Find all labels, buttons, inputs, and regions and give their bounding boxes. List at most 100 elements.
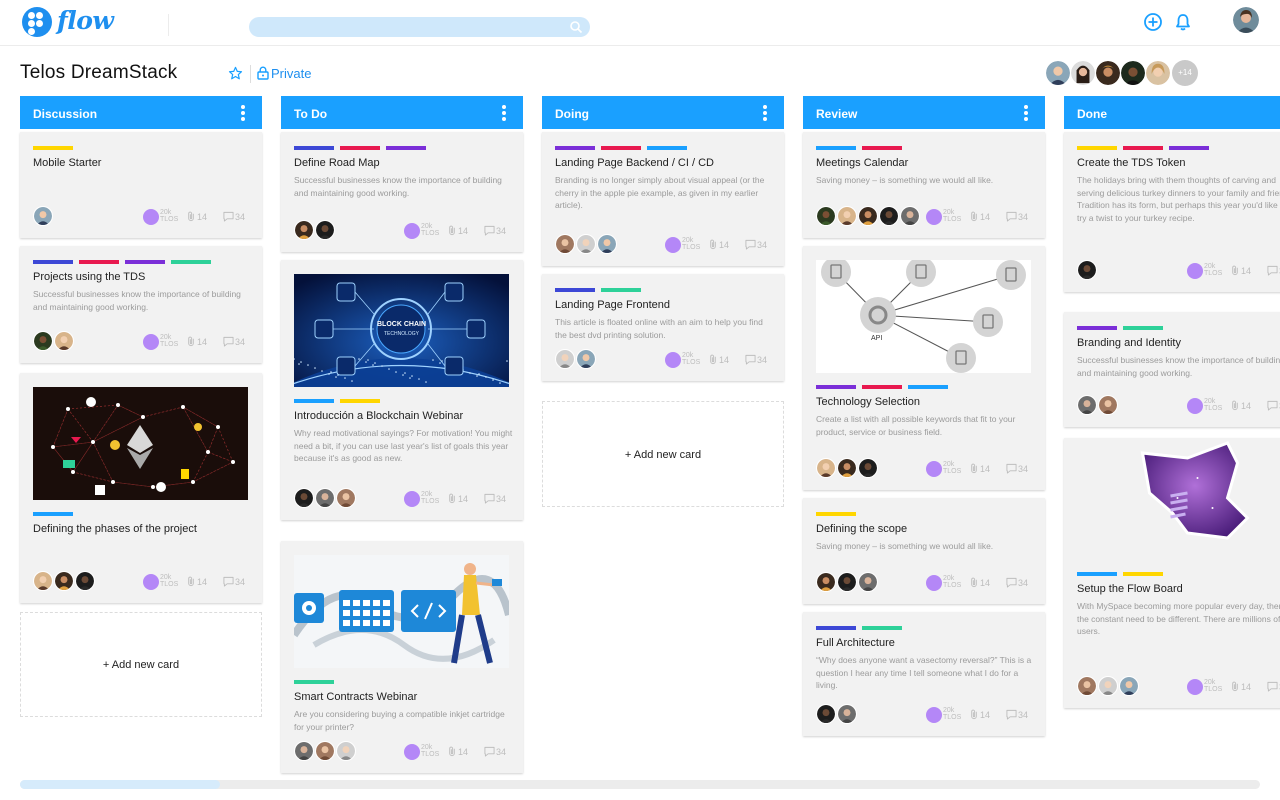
app-name[interactable]: flow [57,6,114,35]
label-tag-red[interactable] [340,146,380,150]
member-avatar[interactable] [33,571,53,591]
member-avatar[interactable] [858,206,878,226]
member-avatar[interactable] [837,572,857,592]
search-icon[interactable] [569,20,583,34]
member-avatar[interactable] [1070,60,1096,86]
label-tag-green[interactable] [1123,326,1163,330]
attachment-icon[interactable] [1230,265,1240,276]
comment-icon[interactable] [1006,463,1017,474]
attachment-icon[interactable] [969,577,979,588]
comment-icon[interactable] [1006,211,1017,222]
member-avatar[interactable] [837,458,857,478]
label-tag-blue[interactable] [33,512,73,516]
label-tag-red[interactable] [862,146,902,150]
attachment-icon[interactable] [969,463,979,474]
task-card[interactable]: Full Architecture “Why does anyone want a… [803,612,1045,736]
task-card[interactable]: Branding and Identity Successful business… [1064,312,1280,427]
member-avatar[interactable] [858,458,878,478]
task-card[interactable]: Mobile Starter 20k TLOS 14 34 [20,132,262,238]
member-avatar[interactable] [315,220,335,240]
member-avatar[interactable] [315,488,335,508]
label-tag-red[interactable] [601,146,641,150]
attachment-icon[interactable] [447,746,457,757]
comment-icon[interactable] [223,576,234,587]
column-header[interactable]: Review [803,96,1045,129]
member-avatar[interactable] [1098,676,1118,696]
label-tag-yellow[interactable] [340,399,380,403]
comment-icon[interactable] [484,493,495,504]
comment-icon[interactable] [1006,709,1017,720]
label-tag-red[interactable] [1123,146,1163,150]
member-avatar[interactable] [75,571,95,591]
column-header[interactable]: Discussion [20,96,262,129]
column-header[interactable]: Done [1064,96,1280,129]
label-tag-indigo[interactable] [33,260,73,264]
member-avatar[interactable] [336,741,356,761]
attachment-icon[interactable] [186,336,196,347]
label-tag-purple[interactable] [816,385,856,389]
bell-icon[interactable] [1173,12,1193,32]
attachment-icon[interactable] [1230,681,1240,692]
attachment-icon[interactable] [186,211,196,222]
privacy-toggle[interactable]: Private [271,66,311,81]
member-avatar[interactable] [294,741,314,761]
user-avatar[interactable] [1233,7,1259,33]
task-card[interactable]: BLOCK CHAIN TECHNOLOGY Introducción a Bloc… [281,260,523,520]
label-tag-yellow[interactable] [33,146,73,150]
comment-icon[interactable] [745,239,756,250]
label-tag-green[interactable] [294,680,334,684]
label-tag-yellow[interactable] [1123,572,1163,576]
add-icon[interactable] [1143,12,1163,32]
lock-icon[interactable] [257,66,269,80]
task-card[interactable]: Create the TDS Token The holidays bring w… [1064,132,1280,292]
label-tag-purple[interactable] [1169,146,1209,150]
comment-icon[interactable] [1267,265,1278,276]
label-tag-purple[interactable] [386,146,426,150]
label-tag-blue[interactable] [908,385,948,389]
label-tag-green[interactable] [601,288,641,292]
search-input[interactable] [249,17,590,37]
label-tag-purple[interactable] [555,146,595,150]
comment-icon[interactable] [223,211,234,222]
comment-icon[interactable] [745,354,756,365]
more-members-badge[interactable]: +14 [1172,60,1198,86]
member-avatar[interactable] [1077,395,1097,415]
scrollbar-thumb[interactable] [20,780,220,789]
label-tag-indigo[interactable] [555,288,595,292]
task-card[interactable]: Setup the Flow Board With MySpace becomin… [1064,438,1280,708]
flow-logo-icon[interactable] [22,7,52,37]
more-options-icon[interactable] [241,105,245,121]
attachment-icon[interactable] [969,709,979,720]
comment-icon[interactable] [484,225,495,236]
label-tag-green[interactable] [862,626,902,630]
member-avatar[interactable] [858,572,878,592]
label-tag-red[interactable] [862,385,902,389]
label-tag-blue[interactable] [816,146,856,150]
comment-icon[interactable] [484,746,495,757]
member-avatar[interactable] [555,349,575,369]
horizontal-scrollbar[interactable] [20,780,1260,789]
member-avatar[interactable] [33,331,53,351]
column-header[interactable]: Doing [542,96,784,129]
member-avatar[interactable] [1077,260,1097,280]
attachment-icon[interactable] [708,354,718,365]
member-avatar[interactable] [336,488,356,508]
label-tag-indigo[interactable] [816,626,856,630]
more-options-icon[interactable] [1024,105,1028,121]
more-options-icon[interactable] [502,105,506,121]
task-card[interactable]: Landing Page Backend / CI / CD Branding i… [542,132,784,266]
member-avatar[interactable] [837,206,857,226]
column-header[interactable]: To Do [281,96,523,129]
add-new-card-button[interactable]: + Add new card [542,401,784,507]
task-card[interactable]: Meetings Calendar Saving money – is somet… [803,132,1045,238]
label-tag-blue[interactable] [647,146,687,150]
comment-icon[interactable] [223,336,234,347]
task-card[interactable]: Defining the phases of the project 20k TL… [20,373,262,603]
label-tag-blue[interactable] [294,399,334,403]
member-avatar[interactable] [1045,60,1071,86]
comment-icon[interactable] [1006,577,1017,588]
member-avatar[interactable] [816,704,836,724]
attachment-icon[interactable] [447,493,457,504]
member-avatar[interactable] [816,206,836,226]
attachment-icon[interactable] [186,576,196,587]
